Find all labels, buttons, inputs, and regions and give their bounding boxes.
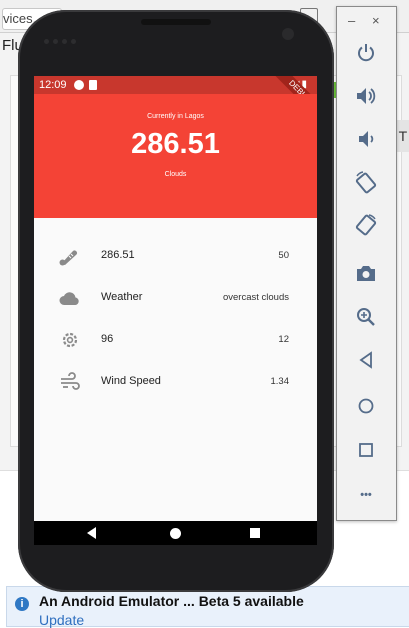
status-bar: 12:09 ▾◢▮ (34, 76, 317, 94)
thermometer-icon (59, 250, 77, 266)
row-label: 96 (101, 333, 114, 345)
emulator-toolbar: – × ••• (336, 6, 397, 521)
wind-icon (61, 372, 80, 390)
speaker-grille (141, 19, 211, 25)
list-item[interactable]: Wind Speed 1.34 (34, 361, 317, 403)
more-icon[interactable]: ••• (354, 483, 378, 507)
row-label: Wind Speed (101, 375, 161, 387)
cloud-icon (59, 292, 79, 305)
list-item[interactable]: 96 12 (34, 319, 317, 361)
row-label: 286.51 (101, 249, 135, 261)
sdcard-icon (89, 80, 97, 90)
row-value: 1.34 (270, 376, 290, 387)
nav-recents-icon[interactable] (250, 528, 260, 538)
back-icon[interactable] (354, 348, 378, 372)
list-item[interactable]: 286.51 50 (34, 235, 317, 277)
row-value: 50 (278, 250, 289, 261)
info-icon: i (15, 597, 29, 611)
gear-icon (62, 332, 78, 348)
phone-frame: 12:09 ▾◢▮ DEBUG Currently in Lagos 286.5… (18, 10, 334, 592)
volume-down-icon[interactable] (354, 127, 378, 151)
volume-up-icon[interactable] (354, 84, 378, 108)
update-link[interactable]: Update (39, 612, 84, 628)
zoom-icon[interactable] (354, 305, 378, 329)
list-item[interactable]: Weather overcast clouds (34, 277, 317, 319)
rotate-right-icon[interactable] (354, 213, 378, 237)
row-value: overcast clouds (222, 292, 289, 303)
current-temperature: 286.51 (131, 128, 220, 160)
location-label: Currently in Lagos (147, 113, 204, 120)
minimize-button[interactable]: – (348, 13, 355, 28)
power-icon[interactable] (354, 41, 378, 65)
sensor-dots (44, 31, 84, 44)
update-notification: i An Android Emulator ... Beta 5 availab… (6, 586, 409, 628)
device-screen[interactable]: 12:09 ▾◢▮ DEBUG Currently in Lagos 286.5… (34, 76, 317, 545)
notification-title: An Android Emulator ... Beta 5 available (39, 593, 304, 609)
weather-details-list: 286.51 50 Weather overcast clouds 96 12 (34, 218, 317, 403)
row-label: Weather (101, 291, 143, 303)
android-nav-bar (34, 521, 317, 545)
notification-icon (74, 80, 84, 90)
close-button[interactable]: × (372, 13, 380, 28)
nav-home-icon[interactable] (170, 528, 181, 539)
row-value: 12 (278, 334, 289, 345)
weather-description: Clouds (164, 171, 187, 178)
nav-back-icon[interactable] (87, 527, 96, 539)
overview-icon[interactable] (354, 438, 378, 462)
front-camera (282, 28, 294, 40)
weather-header: Currently in Lagos 286.51 Clouds (34, 94, 317, 218)
camera-icon[interactable] (354, 261, 378, 285)
status-time: 12:09 (39, 79, 67, 91)
rotate-left-icon[interactable] (354, 170, 378, 194)
home-icon[interactable] (354, 394, 378, 418)
